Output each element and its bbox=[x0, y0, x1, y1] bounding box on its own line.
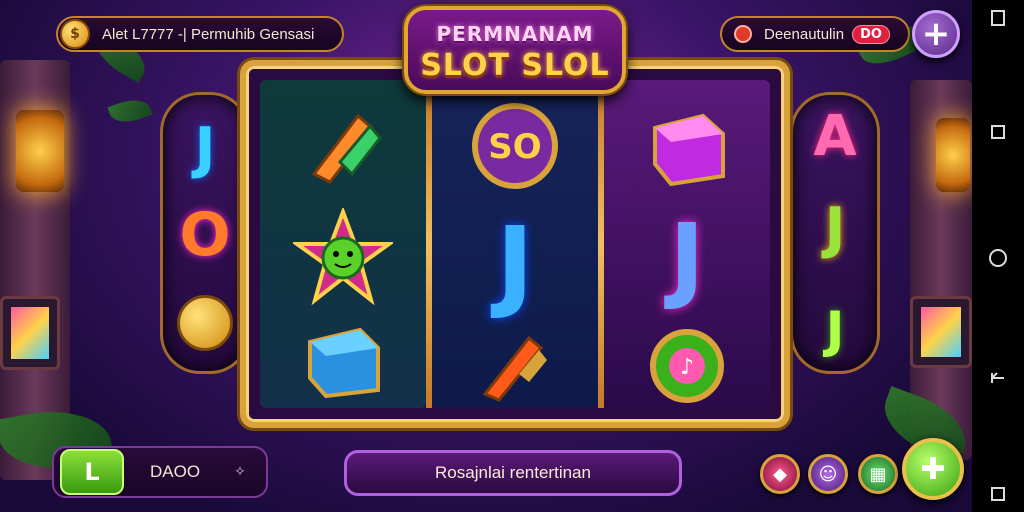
music-coin-icon: ♪ bbox=[645, 324, 729, 408]
pin-icon bbox=[734, 25, 752, 43]
bet-adjust-icon[interactable]: ✧ bbox=[234, 464, 246, 480]
system-nav-bar bbox=[972, 0, 1024, 512]
side-symbol-a: A bbox=[813, 104, 857, 169]
add-button[interactable]: + bbox=[912, 10, 960, 58]
reel-2[interactable]: SO J bbox=[432, 80, 598, 408]
so-coin-icon: SO bbox=[469, 100, 561, 192]
recent-apps-icon[interactable] bbox=[986, 120, 1010, 144]
coin-icon bbox=[177, 295, 233, 351]
bet-panel: L DAOO ✧ bbox=[52, 446, 268, 498]
cube-icon bbox=[643, 104, 731, 188]
message-text: Rosajnlai rentertinan bbox=[435, 463, 591, 482]
reel-1[interactable] bbox=[260, 80, 426, 408]
cube-icon bbox=[300, 320, 386, 400]
game-title-plaque: PERMNANAM SLOT SLOL bbox=[404, 6, 626, 94]
leaf bbox=[107, 93, 153, 129]
side-symbol-o: O bbox=[179, 200, 231, 270]
side-symbol-j: J bbox=[825, 301, 845, 359]
balance-bar[interactable]: $ Alet L7777 -| Permuhib Gensasi bbox=[56, 16, 344, 52]
game-scene: J O A J J SO J J ♪ PERMNANAM SLOT SLOL $… bbox=[0, 0, 972, 512]
keyboard-icon[interactable] bbox=[986, 482, 1010, 506]
svg-text:♪: ♪ bbox=[680, 355, 694, 380]
left-lantern bbox=[16, 110, 64, 192]
reel-frame: SO J J ♪ bbox=[240, 60, 790, 428]
gem-icon[interactable]: ◆ bbox=[760, 454, 800, 494]
side-symbol-j: J bbox=[824, 196, 846, 261]
side-reel-left: J O bbox=[160, 92, 250, 374]
paintbrush-icon bbox=[475, 324, 555, 404]
svg-text:SO: SO bbox=[488, 127, 541, 167]
balance-text: Alet L7777 -| Permuhib Gensasi bbox=[102, 25, 315, 43]
status-text: Deenautulin bbox=[764, 25, 845, 43]
back-icon[interactable] bbox=[986, 366, 1010, 390]
paintbrush-icon bbox=[300, 102, 386, 188]
right-lantern bbox=[936, 118, 970, 192]
left-slot-cabinet bbox=[0, 296, 60, 370]
game-title-line1: PERMNANAM bbox=[436, 22, 594, 46]
message-bar: Rosajnlai rentertinan bbox=[344, 450, 682, 496]
side-reel-right: A J J bbox=[790, 92, 880, 374]
spin-button[interactable]: ✚ bbox=[902, 438, 964, 500]
reel-symbol-j: J bbox=[669, 204, 705, 313]
home-icon[interactable] bbox=[986, 246, 1010, 270]
left-action-button[interactable]: L bbox=[60, 449, 124, 495]
gift-icon[interactable]: ▦ bbox=[858, 454, 898, 494]
reel-symbol-j: J bbox=[496, 205, 534, 322]
right-slot-cabinet bbox=[910, 296, 972, 368]
bet-value: DAOO bbox=[150, 462, 201, 481]
game-title-line2: SLOT SLOL bbox=[420, 48, 610, 83]
reel-3[interactable]: J ♪ bbox=[604, 80, 770, 408]
character-icon[interactable]: ☺ bbox=[808, 454, 848, 494]
side-symbol-j: J bbox=[194, 116, 216, 181]
coin-icon: $ bbox=[60, 19, 90, 49]
star-face-icon bbox=[293, 208, 393, 308]
screenshot-icon[interactable] bbox=[986, 6, 1010, 30]
status-badge: DO bbox=[852, 24, 890, 44]
status-bar[interactable]: Deenautulin DO bbox=[720, 16, 910, 52]
